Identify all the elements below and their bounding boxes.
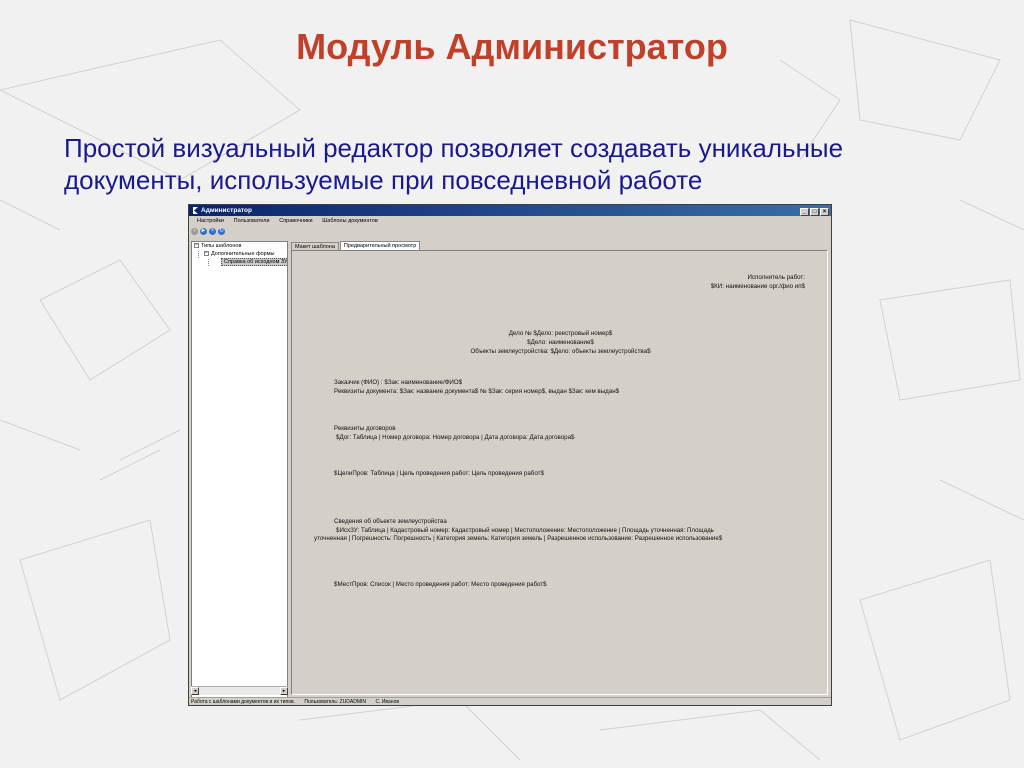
status-user-name: С. Иванов (375, 699, 399, 705)
object-label: Сведения об объекте землеустройства (334, 518, 447, 525)
tree-item-root[interactable]: − Типы шаблонов (194, 243, 241, 250)
tree-item-label: Типы шаблонов (201, 243, 242, 249)
scroll-left-icon[interactable]: ◂ (191, 687, 199, 695)
close-button[interactable]: × (820, 208, 829, 216)
template-tree: − Типы шаблонов − Дополнительные формы Спр… (191, 241, 288, 698)
contracts-value: $Дог: Таблица | Номер договора: Номер до… (336, 434, 575, 441)
place-line: $МестПров: Список | Место проведения раб… (334, 581, 547, 588)
document-preview: Исполнитель работ: $КИ: наименование орг… (291, 250, 828, 695)
tab-bar: Макет шаблона Предварительный просмотр (291, 241, 421, 251)
stop-glyph: × (210, 228, 215, 234)
tree-horizontal-scrollbar[interactable]: ◂ ▸ (191, 686, 288, 695)
object-line-1: $ИсхЗУ: Таблица | Кадастровый номер: Кад… (336, 527, 714, 534)
window-title: Администратор (201, 207, 252, 214)
menu-settings[interactable]: Настройки (197, 216, 224, 226)
case-objects: Объекты землеустройства: $Дело: объекты … (470, 348, 651, 355)
minimize-button[interactable]: _ (800, 208, 809, 216)
window-titlebar[interactable]: Администратор _ □ × (189, 205, 831, 216)
case-number: Дело № $Дело: реестровый номер$ (508, 330, 613, 337)
purpose-line: $ЦелиПров: Таблица | Цель проведения раб… (334, 470, 544, 477)
play-glyph: ► (200, 228, 207, 234)
play-icon[interactable]: ► (200, 228, 207, 235)
info-icon[interactable]: ↻ (218, 228, 225, 235)
object-line-2: уточненная | Погрешность: Погрешность | … (314, 535, 723, 542)
slide-title: Модуль Администратор (296, 26, 728, 67)
back-icon[interactable]: ‹ (191, 228, 198, 235)
tree-item-label: Справка об исходном ЗУ (221, 258, 287, 266)
customer-line: Заказчик (ФИО) : $Зак: наименование/ФИО$ (334, 379, 463, 386)
description-line-2: документы, используемые при повседневной… (64, 165, 703, 195)
status-user: Пользователь: ZUDADMIN (304, 699, 367, 705)
menu-document-templates[interactable]: Шаблоны документов (322, 216, 378, 226)
status-bar: Работа с шаблонами документов и их типов… (189, 697, 831, 705)
admin-window: Администратор _ □ × Настройки Пользователи… (188, 204, 832, 706)
tree-connector (198, 251, 199, 258)
maximize-button[interactable]: □ (810, 208, 819, 216)
toolbar: ‹ ► × ↻ (191, 228, 227, 238)
executor-label: Исполнитель работ: (747, 274, 805, 281)
contracts-label: Реквизиты договоров (334, 425, 396, 432)
slide-description: Простой визуальный редактор позволяет со… (64, 132, 964, 196)
menu-users[interactable]: Пользователи (234, 216, 270, 226)
tree-connector (208, 259, 209, 266)
info-glyph: ↻ (218, 228, 225, 234)
back-glyph: ‹ (193, 228, 196, 234)
menu-references[interactable]: Справочники (279, 216, 312, 226)
menu-bar: Настройки Пользователи Справочники Шабло… (189, 216, 831, 226)
scroll-right-icon[interactable]: ▸ (280, 687, 288, 695)
customer-document-line: Реквизиты документа: $Зак: название доку… (334, 388, 620, 395)
case-name: $Дело: наименование$ (527, 339, 594, 346)
description-line-1: Простой визуальный редактор позволяет со… (64, 133, 844, 163)
collapse-toggle-icon[interactable]: − (204, 251, 209, 257)
executor-value: $КИ: наименование орг./фио ип$ (710, 283, 805, 290)
status-info: Работа с шаблонами документов и их типов… (191, 699, 296, 705)
stop-icon[interactable]: × (209, 228, 216, 235)
tree-item-leaf[interactable]: Справка об исходном ЗУ (221, 258, 287, 266)
tree-item-label: Дополнительные формы (211, 251, 275, 257)
tree-item-forms[interactable]: − Дополнительные формы (204, 251, 274, 258)
collapse-toggle-icon[interactable]: − (194, 243, 199, 249)
app-logo-icon (193, 207, 198, 214)
